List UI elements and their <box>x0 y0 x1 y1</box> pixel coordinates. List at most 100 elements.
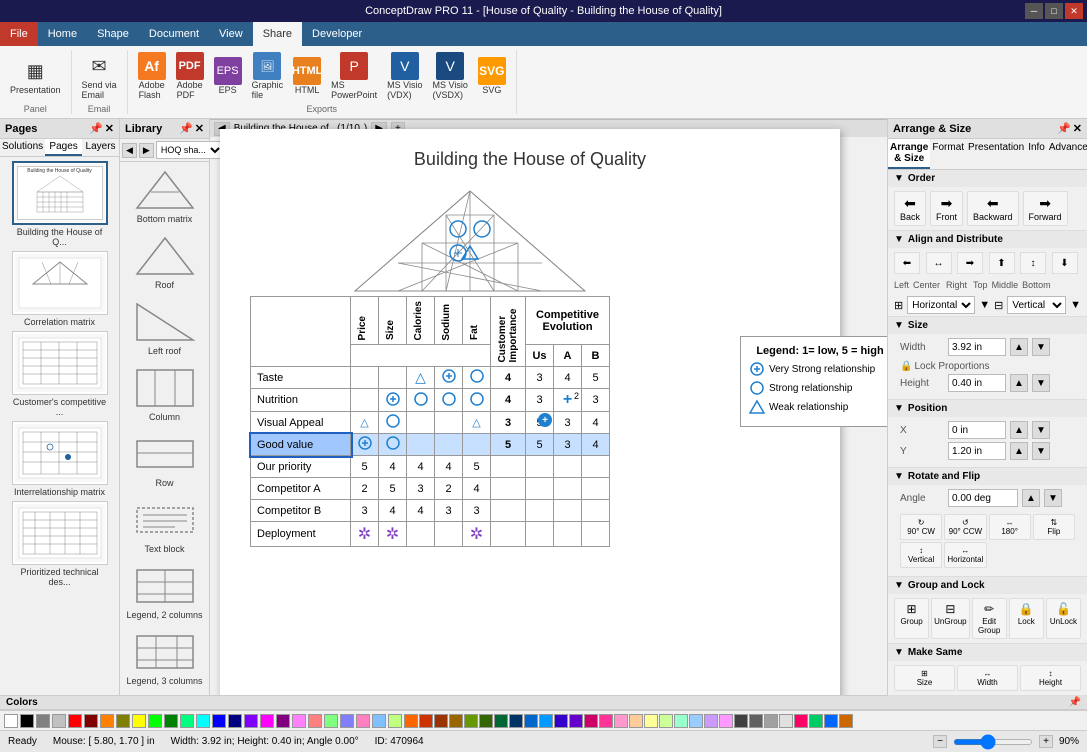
cell-compa-calories[interactable]: 3 <box>407 478 435 500</box>
cell-priority-us[interactable] <box>526 456 554 478</box>
pages-panel-close[interactable]: ✕ <box>105 122 114 135</box>
cell-good-calories[interactable] <box>407 434 435 456</box>
cell-deploy-calories[interactable] <box>407 522 435 547</box>
lib-item-legend-2[interactable]: Legend, 2 columns <box>126 562 202 620</box>
library-close[interactable]: ✕ <box>195 122 204 135</box>
swatch-darkpurple[interactable] <box>276 714 290 728</box>
tab-view[interactable]: View <box>209 22 253 46</box>
cell-compa-importance[interactable] <box>491 478 526 500</box>
ms-visio-vsdx-button[interactable]: V MS Visio(VSDX) <box>428 50 471 102</box>
swatch-black[interactable] <box>20 714 34 728</box>
horizontal-dropdown[interactable]: Horizontal <box>907 296 975 314</box>
group-button[interactable]: ⊞ Group <box>894 598 929 639</box>
library-forward-button[interactable]: ▶ <box>139 143 154 158</box>
lib-item-roof[interactable]: Roof <box>133 232 197 290</box>
swatch-palegreen[interactable] <box>388 714 402 728</box>
cell-deploy-importance[interactable] <box>491 522 526 547</box>
minimize-button[interactable]: ─ <box>1025 3 1043 19</box>
rotate-90cw-button[interactable]: ↻ 90° CW <box>900 514 942 540</box>
maximize-button[interactable]: □ <box>1045 3 1063 19</box>
cell-taste-b[interactable]: 5 <box>582 367 610 389</box>
svg-button[interactable]: SVG SVG <box>474 55 510 97</box>
y-down-button[interactable]: ▼ <box>1032 442 1050 460</box>
cell-compa-b[interactable] <box>582 478 610 500</box>
swatch-magenta[interactable] <box>260 714 274 728</box>
height-up-button[interactable]: ▲ <box>1010 374 1028 392</box>
group-lock-section-header[interactable]: ▼ Group and Lock <box>888 577 1087 594</box>
swatch-skyblue[interactable] <box>372 714 386 728</box>
close-button[interactable]: ✕ <box>1065 3 1083 19</box>
cell-priority-fat[interactable]: 5 <box>463 456 491 478</box>
graphic-file-button[interactable]: 🖼 Graphicfile <box>248 50 288 102</box>
align-section-header[interactable]: ▼ Align and Distribute <box>888 231 1087 248</box>
cell-deploy-us[interactable] <box>526 522 554 547</box>
make-same-width-button[interactable]: ↔ Width <box>957 665 1018 691</box>
swatch-lime[interactable] <box>148 714 162 728</box>
cell-compb-b[interactable] <box>582 500 610 522</box>
cell-taste-sodium[interactable] <box>435 367 463 389</box>
cell-compa-us[interactable] <box>526 478 554 500</box>
cell-priority-size[interactable]: 4 <box>379 456 407 478</box>
cell-deploy-size[interactable]: ✲ <box>379 522 407 547</box>
cell-visual-calories[interactable] <box>407 412 435 434</box>
cell-compb-price[interactable]: 3 <box>351 500 379 522</box>
cell-deploy-sodium[interactable] <box>435 522 463 547</box>
swatch-lightgreen[interactable] <box>324 714 338 728</box>
ungroup-button[interactable]: ⊟ UnGroup <box>931 598 969 639</box>
make-same-size-button[interactable]: ⊞ Size <box>894 665 955 691</box>
adobe-pdf-button[interactable]: PDF AdobePDF <box>172 50 208 102</box>
rtab-info[interactable]: Info <box>1026 139 1047 169</box>
cell-visual-b[interactable]: 4 <box>582 412 610 434</box>
zoom-out-button[interactable]: − <box>933 735 947 748</box>
x-up-button[interactable]: ▲ <box>1010 421 1028 439</box>
swatch-silver[interactable] <box>52 714 66 728</box>
tab-pages[interactable]: Pages <box>45 139 82 156</box>
cell-visual-fat[interactable]: △ <box>463 412 491 434</box>
lib-item-left-roof[interactable]: Left roof <box>133 298 197 356</box>
swatch-pink[interactable] <box>292 714 306 728</box>
cell-nutrition-fat[interactable] <box>463 389 491 412</box>
flip-horizontal-button[interactable]: ↔ Horizontal <box>944 542 986 568</box>
cell-good-us[interactable]: 5 <box>526 434 554 456</box>
swatch-orange[interactable] <box>100 714 114 728</box>
lib-item-legend-3[interactable]: Legend, 3 columns <box>126 628 202 686</box>
cell-compa-fat[interactable]: 4 <box>463 478 491 500</box>
cell-visual-importance[interactable]: 3 <box>491 412 526 434</box>
make-same-section-header[interactable]: ▼ Make Same <box>888 644 1087 661</box>
cell-visual-size[interactable] <box>379 412 407 434</box>
forward-button[interactable]: ➡ Forward <box>1023 191 1068 226</box>
vertical-dropdown[interactable]: Vertical <box>1007 296 1066 314</box>
cell-deploy-b[interactable] <box>582 522 610 547</box>
position-section-header[interactable]: ▼ Position <box>888 400 1087 417</box>
cell-taste-us[interactable]: 3 <box>526 367 554 389</box>
cell-good-size[interactable] <box>379 434 407 456</box>
cell-nutrition-calories[interactable] <box>407 389 435 412</box>
flip-button[interactable]: ⇅ Flip <box>1033 514 1075 540</box>
cell-taste-a[interactable]: 4 <box>554 367 582 389</box>
cell-deploy-price[interactable]: ✲ <box>351 522 379 547</box>
swatch-lightred[interactable] <box>308 714 322 728</box>
canvas-scroll-area[interactable]: Building the House of Quality <box>210 119 887 695</box>
lib-item-text-block[interactable]: Text block <box>133 496 197 554</box>
cell-taste-size[interactable] <box>379 367 407 389</box>
lock-button[interactable]: 🔒 Lock <box>1009 598 1044 639</box>
make-same-height-button[interactable]: ↕ Height <box>1020 665 1081 691</box>
swatch-springgreen[interactable] <box>180 714 194 728</box>
y-input[interactable] <box>948 442 1006 460</box>
align-right-button[interactable]: ➡ <box>957 252 983 274</box>
cell-compb-size[interactable]: 4 <box>379 500 407 522</box>
cell-nutrition-us[interactable]: 3 <box>526 389 554 412</box>
cell-visual-sodium[interactable] <box>435 412 463 434</box>
page-item-4[interactable]: Interrelationship matrix <box>4 421 115 497</box>
presentation-button[interactable]: ▦ Presentation <box>6 55 65 97</box>
page-item-3[interactable]: Customer's competitive ... <box>4 331 115 417</box>
height-input[interactable] <box>948 374 1006 392</box>
tab-layers[interactable]: Layers <box>82 139 119 156</box>
ms-visio-vdx-button[interactable]: V MS Visio(VDX) <box>383 50 426 102</box>
width-input[interactable] <box>948 338 1006 356</box>
swatch-blue[interactable] <box>212 714 226 728</box>
width-up-button[interactable]: ▲ <box>1010 338 1028 356</box>
cell-taste-importance[interactable]: 4 <box>491 367 526 389</box>
cell-priority-price[interactable]: 5 <box>351 456 379 478</box>
align-middle-button[interactable]: ↕ <box>1020 252 1046 274</box>
